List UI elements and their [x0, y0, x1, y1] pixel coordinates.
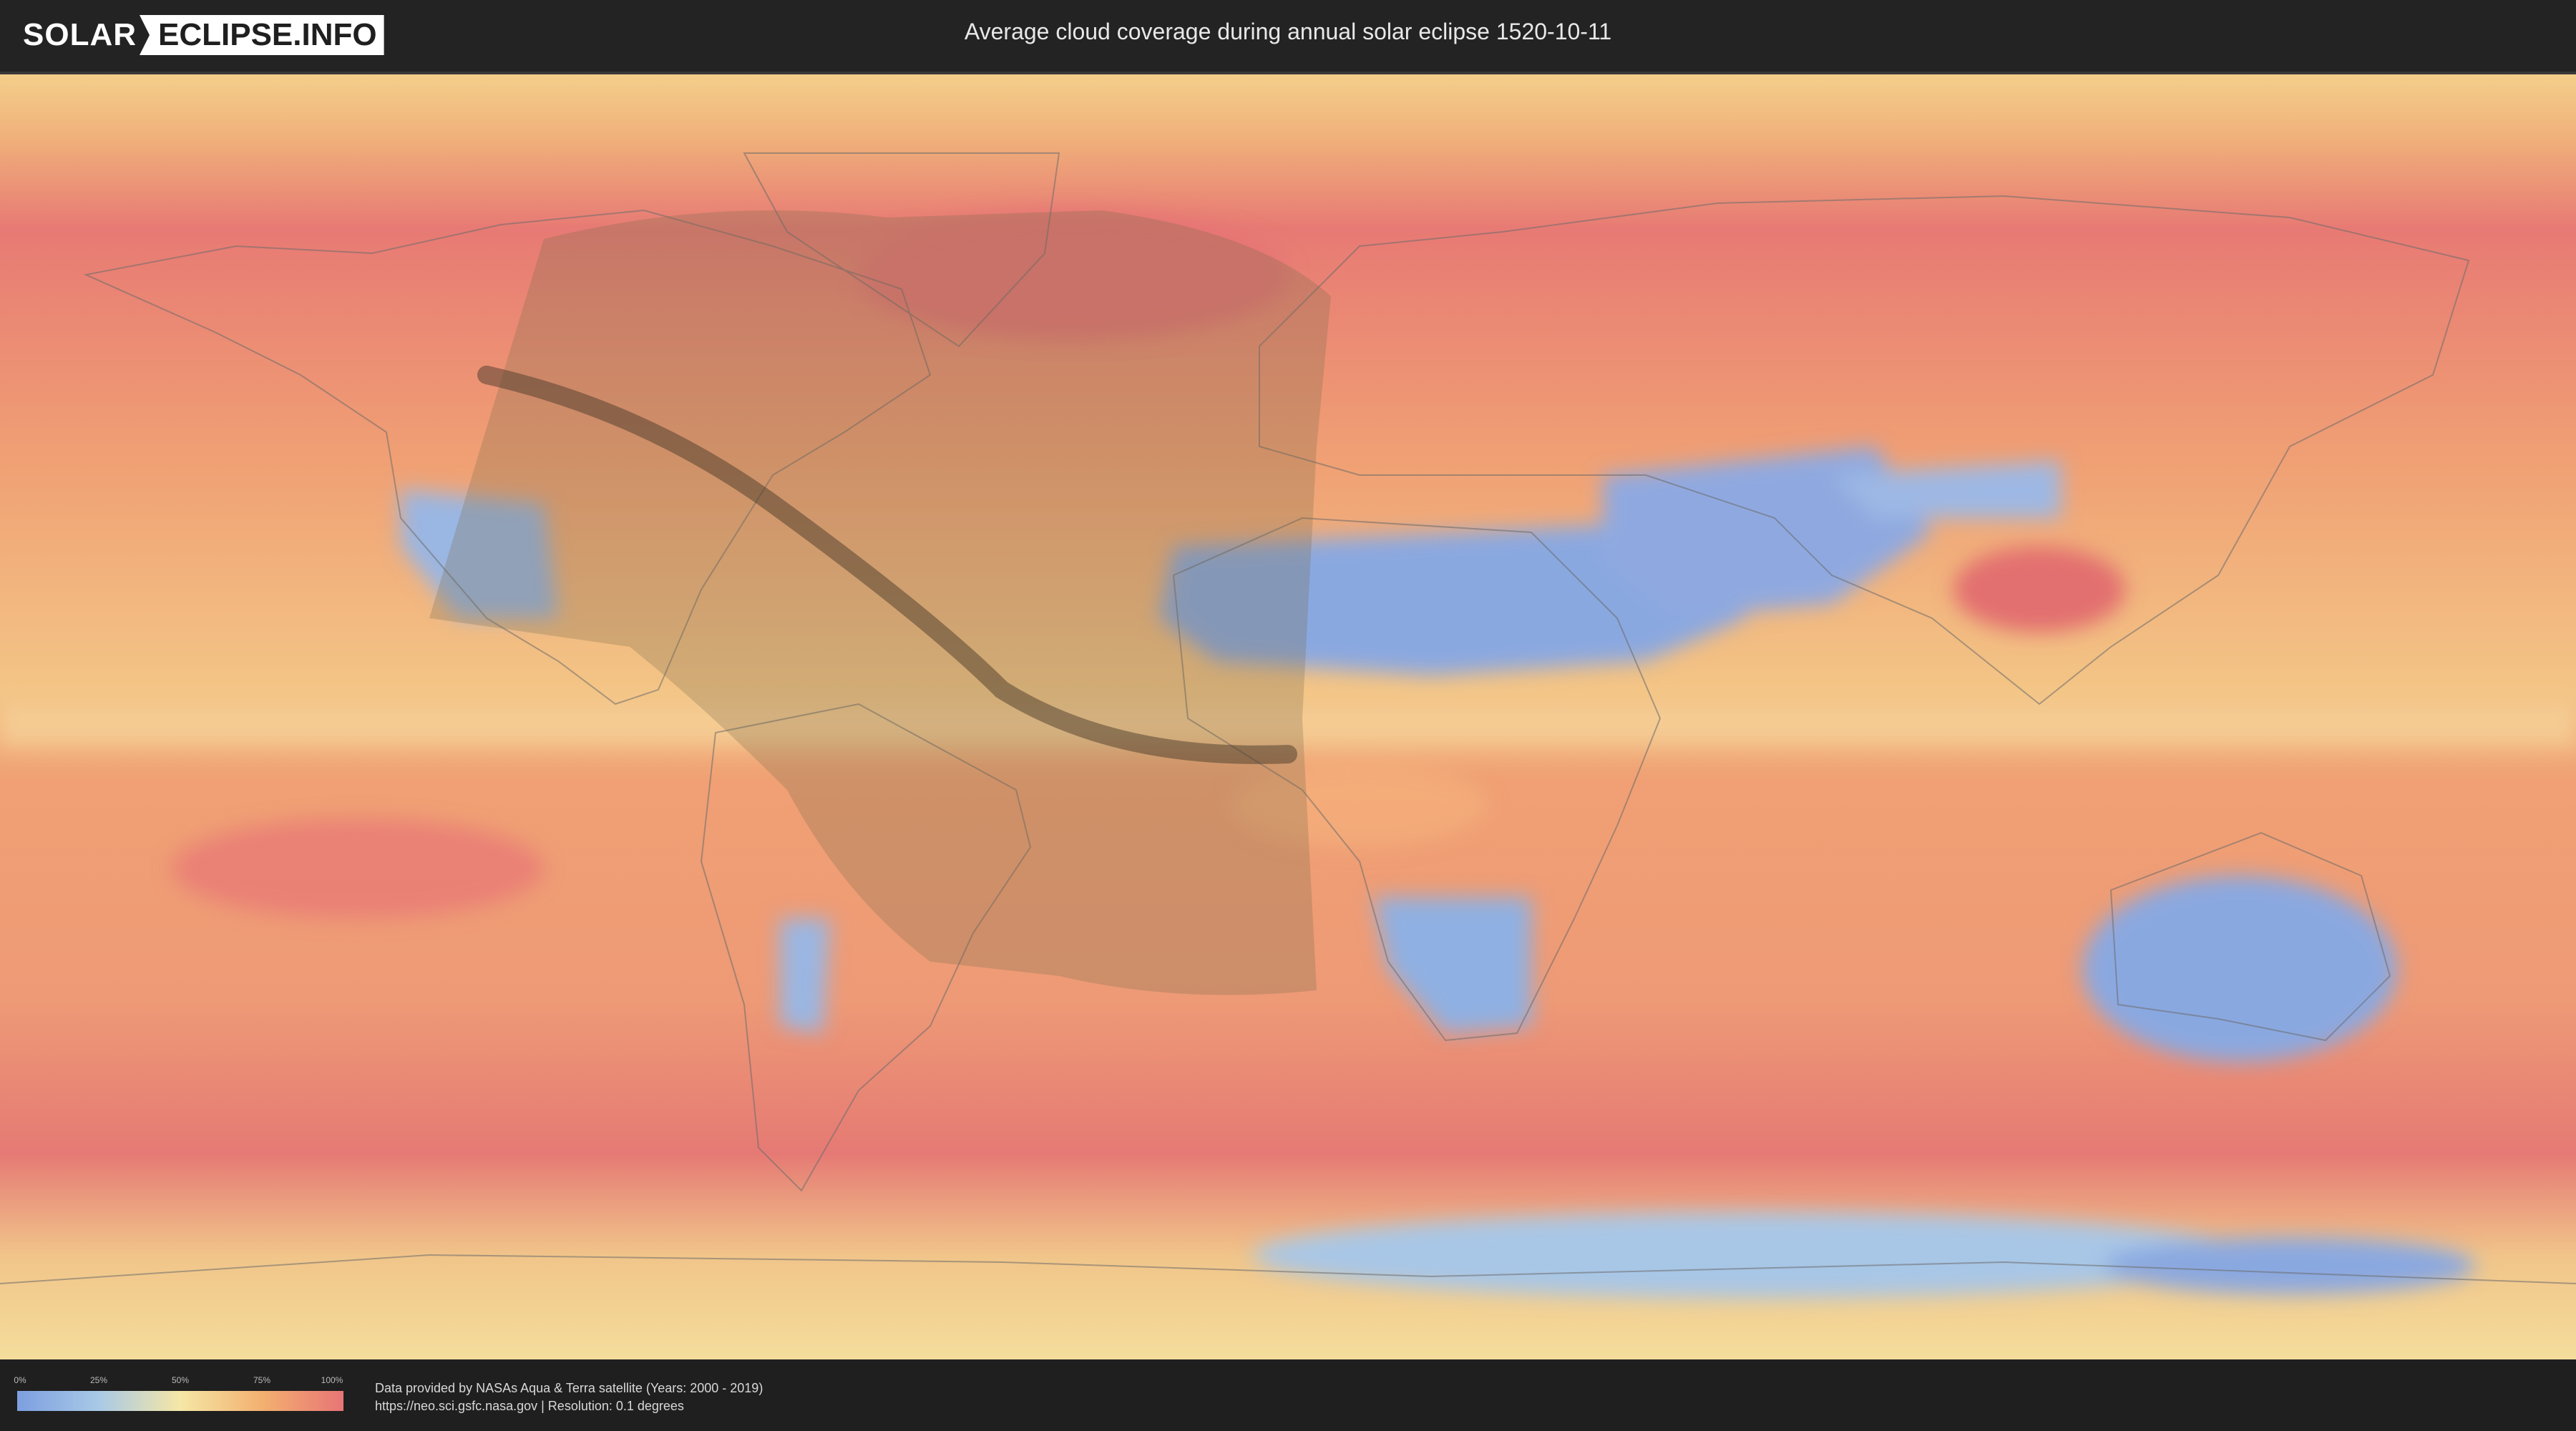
legend-ticks: 0% 25% 50% 75% 100%: [14, 1375, 343, 1388]
cloud-coverage-legend: 0% 25% 50% 75% 100%: [14, 1375, 343, 1411]
legend-color-bar: [17, 1391, 343, 1411]
world-map-svg: [0, 74, 2576, 1359]
page-title: Average cloud coverage during annual sol…: [964, 19, 1612, 44]
cloud-coverage-map: [0, 72, 2576, 1359]
data-credits: Data provided by NASAs Aqua & Terra sate…: [375, 1379, 763, 1415]
footer-bar: 0% 25% 50% 75% 100% Data provided by NAS…: [0, 1359, 2576, 1431]
credit-line-url: https://neo.sci.gsfc.nasa.gov | Resoluti…: [375, 1399, 684, 1413]
legend-tick-100: 100%: [321, 1375, 343, 1385]
credit-line-source: Data provided by NASAs Aqua & Terra sate…: [375, 1381, 763, 1395]
legend-tick-0: 0%: [14, 1375, 26, 1385]
legend-tick-50: 50%: [171, 1375, 190, 1385]
legend-tick-75: 75%: [253, 1375, 271, 1385]
header-bar: SOLAR ECLIPSE.INFO Average cloud coverag…: [0, 0, 2576, 72]
legend-tick-25: 25%: [89, 1375, 108, 1385]
